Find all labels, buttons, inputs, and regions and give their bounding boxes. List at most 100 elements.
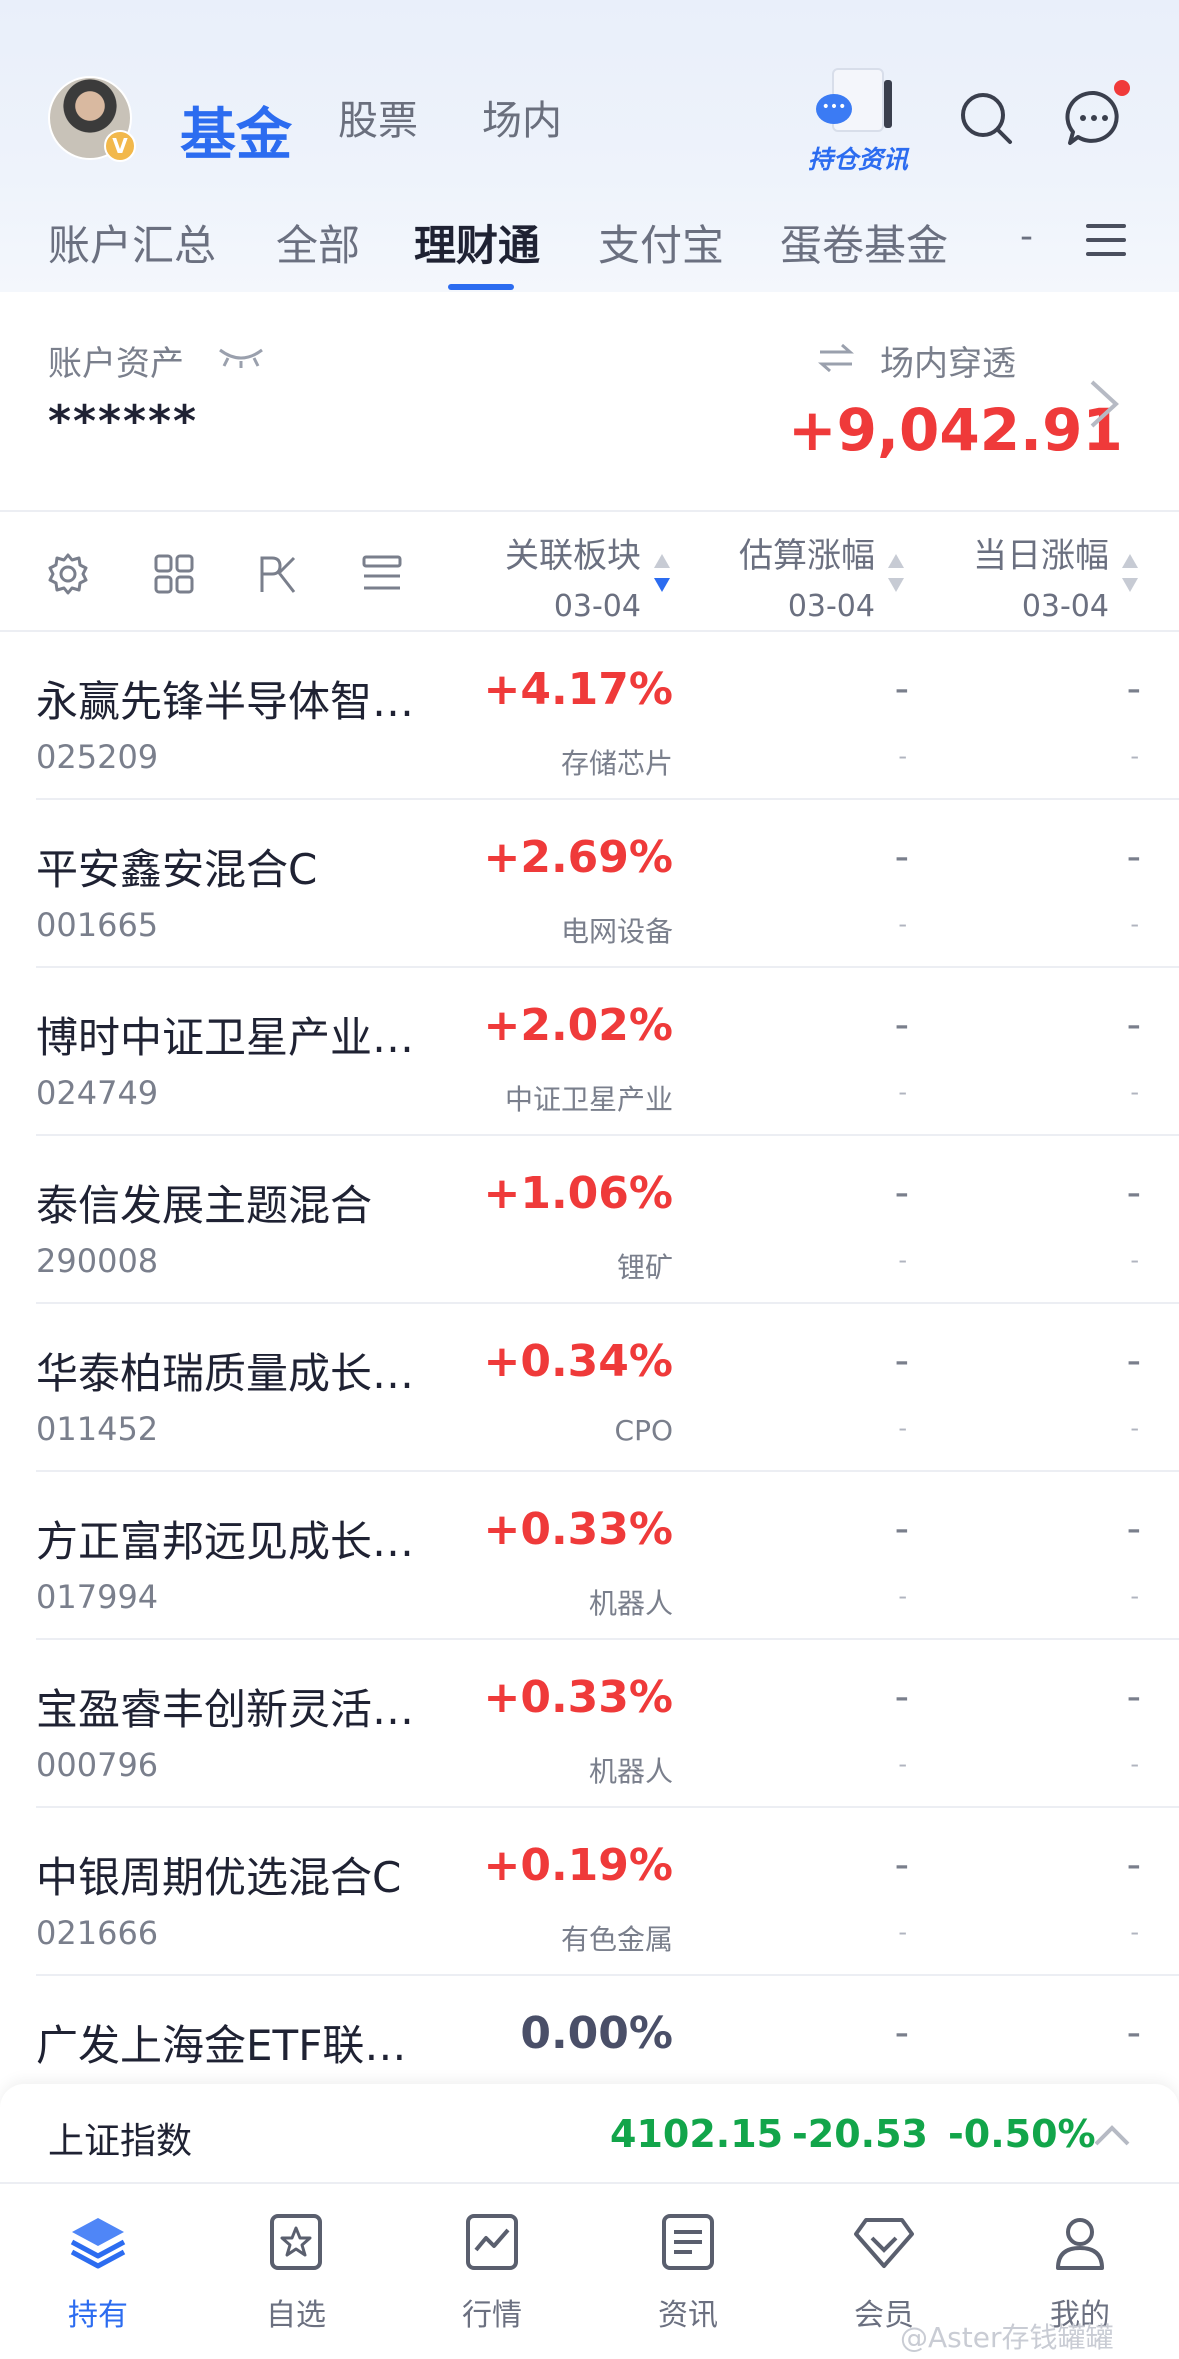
chat-bubble-icon: ••• — [816, 94, 852, 124]
fund-code: 024749 — [36, 1074, 159, 1112]
menu-icon[interactable] — [1086, 222, 1126, 258]
holdings-news-label: 持仓资讯 — [808, 145, 909, 174]
settings-icon[interactable] — [46, 552, 90, 596]
list-item[interactable]: 方正富邦远见成长… 017994 +0.33% 机器人 - - - - — [0, 1472, 1179, 1640]
sort-desc-icon[interactable] — [652, 550, 672, 596]
fund-sector-change: +4.17% — [483, 664, 673, 715]
chevron-up-icon[interactable] — [1092, 2122, 1132, 2148]
search-icon[interactable] — [956, 88, 1016, 148]
sort-icon[interactable] — [1120, 550, 1140, 596]
column-sector-date: 03-04 — [553, 589, 641, 624]
fund-code: 001665 — [36, 906, 159, 944]
list-item[interactable]: 宝盈睿丰创新灵活… 000796 +0.33% 机器人 - - - - — [0, 1640, 1179, 1808]
fund-name: 博时中证卫星产业… — [36, 1013, 415, 1062]
fund-name: 华泰柏瑞质量成长… — [36, 1349, 415, 1398]
eye-closed-icon[interactable] — [216, 344, 266, 368]
fund-daily-change: - — [1126, 1842, 1141, 1888]
fund-estimate-sub: - — [898, 1582, 907, 1610]
nav-market[interactable]: 行情 — [422, 2210, 562, 2334]
user-icon — [1056, 2218, 1104, 2270]
fund-daily-change: - — [1126, 1170, 1141, 1216]
fund-daily-sub: - — [1130, 1414, 1139, 1442]
list-item[interactable]: 博时中证卫星产业… 024749 +2.02% 中证卫星产业 - - - - — [0, 968, 1179, 1136]
tab-onmarket[interactable]: 场内 — [482, 88, 562, 146]
penetration-label[interactable]: 场内穿透 — [880, 336, 1016, 385]
fund-daily-sub: - — [1130, 910, 1139, 938]
index-bar[interactable]: 上证指数 4102.15 -20.53 -0.50% — [0, 2084, 1179, 2184]
list-item[interactable]: 永赢先锋半导体智… 025209 +4.17% 存储芯片 - - - - — [0, 632, 1179, 800]
column-daily[interactable]: 当日涨幅 03-04 — [973, 528, 1109, 624]
fund-daily-sub: - — [1130, 1918, 1139, 1946]
column-estimate-date: 03-04 — [787, 589, 875, 624]
diamond-icon — [854, 2218, 914, 2268]
nav-watchlist[interactable]: 自选 — [226, 2210, 366, 2334]
bottom-nav: 持有 自选 行情 资讯 会员 我的 @Aster存钱罐罐 — [0, 2184, 1179, 2359]
fund-estimate-sub: - — [898, 1078, 907, 1106]
fund-code: 011452 — [36, 1410, 159, 1448]
index-change: -20.53 — [792, 2112, 928, 2156]
fund-daily-sub: - — [1130, 1078, 1139, 1106]
sort-icon[interactable] — [886, 550, 906, 596]
fund-estimate: - — [894, 1506, 909, 1552]
avatar[interactable]: V — [48, 76, 136, 162]
asset-label: 账户资产 — [48, 344, 184, 384]
fund-sector: 中证卫星产业 — [504, 1083, 673, 1116]
fund-sector: 机器人 — [588, 1755, 673, 1788]
fund-estimate: - — [894, 1842, 909, 1888]
penetration-value: +9,042.91 — [788, 396, 1123, 464]
nav-watchlist-label: 自选 — [266, 2298, 326, 2333]
fund-estimate-sub: - — [898, 1246, 907, 1274]
list-view-icon[interactable] — [360, 552, 404, 596]
holdings-news-button[interactable]: ••• 持仓资讯 — [800, 64, 920, 174]
nav-news[interactable]: 资讯 — [618, 2210, 758, 2334]
tab-fund[interactable]: 基金 — [180, 90, 292, 171]
fund-sector: 锂矿 — [616, 1251, 673, 1284]
fund-sector-change: +0.33% — [483, 1504, 673, 1555]
fund-code: 025209 — [36, 738, 159, 776]
list-item[interactable]: 平安鑫安混合C 001665 +2.69% 电网设备 - - - - — [0, 800, 1179, 968]
column-estimate-title: 估算涨幅 — [739, 536, 875, 576]
news-icon — [662, 2214, 714, 2270]
watermark: @Aster存钱罐罐 — [900, 2321, 1114, 2354]
tab-alipay[interactable]: 支付宝 — [598, 212, 724, 273]
list-item[interactable]: 泰信发展主题混合 290008 +1.06% 锂矿 - - - - — [0, 1136, 1179, 1304]
tab-all[interactable]: 全部 — [276, 212, 360, 273]
column-estimate[interactable]: 估算涨幅 03-04 — [739, 528, 875, 624]
fund-daily-change: - — [1126, 666, 1141, 712]
tab-licaitong[interactable]: 理财通 — [414, 212, 540, 273]
fund-estimate: - — [894, 2010, 909, 2056]
layers-icon — [70, 2218, 126, 2269]
tab-account-summary[interactable]: 账户汇总 — [48, 212, 216, 273]
fund-sector-change: +1.06% — [483, 1168, 673, 1219]
fund-daily-sub: - — [1130, 1750, 1139, 1778]
fund-sector: 存储芯片 — [560, 747, 673, 780]
fund-daily-change: - — [1126, 1338, 1141, 1384]
grid-icon[interactable] — [152, 552, 196, 596]
fund-estimate: - — [894, 666, 909, 712]
column-sector[interactable]: 关联板块 03-04 — [505, 528, 641, 624]
column-header: 关联板块 03-04 估算涨幅 03-04 当日涨幅 03-04 — [0, 512, 1179, 632]
list-item[interactable]: 中银周期优选混合C 021666 +0.19% 有色金属 - - - - — [0, 1808, 1179, 1976]
column-daily-date: 03-04 — [1021, 589, 1109, 624]
fund-estimate-sub: - — [898, 1414, 907, 1442]
swap-icon — [818, 343, 854, 373]
fund-sector: CPO — [614, 1414, 673, 1447]
fund-daily-change: - — [1126, 1002, 1141, 1048]
index-value: 4102.15 — [610, 2112, 784, 2156]
vip-badge-icon: V — [104, 130, 136, 162]
nav-holdings-label: 持有 — [68, 2298, 128, 2333]
fund-sector-change: +0.34% — [483, 1336, 673, 1387]
nav-holdings[interactable]: 持有 — [28, 2210, 168, 2334]
chevron-right-icon[interactable] — [1084, 376, 1124, 432]
list-item[interactable]: 华泰柏瑞质量成长… 011452 +0.34% CPO - - - - — [0, 1304, 1179, 1472]
fund-sector-change: +0.19% — [483, 1840, 673, 1891]
tab-danjuan[interactable]: 蛋卷基金 — [780, 212, 948, 273]
top-bar: V 基金 股票 场内 ••• 持仓资讯 — [0, 60, 1179, 174]
fund-daily-change: - — [1126, 1674, 1141, 1720]
fund-estimate: - — [894, 1170, 909, 1216]
fund-daily-sub: - — [1130, 1582, 1139, 1610]
pk-icon[interactable] — [256, 552, 300, 596]
tab-stock[interactable]: 股票 — [338, 88, 418, 146]
message-icon[interactable] — [1064, 88, 1124, 148]
fund-sector: 电网设备 — [560, 915, 673, 948]
